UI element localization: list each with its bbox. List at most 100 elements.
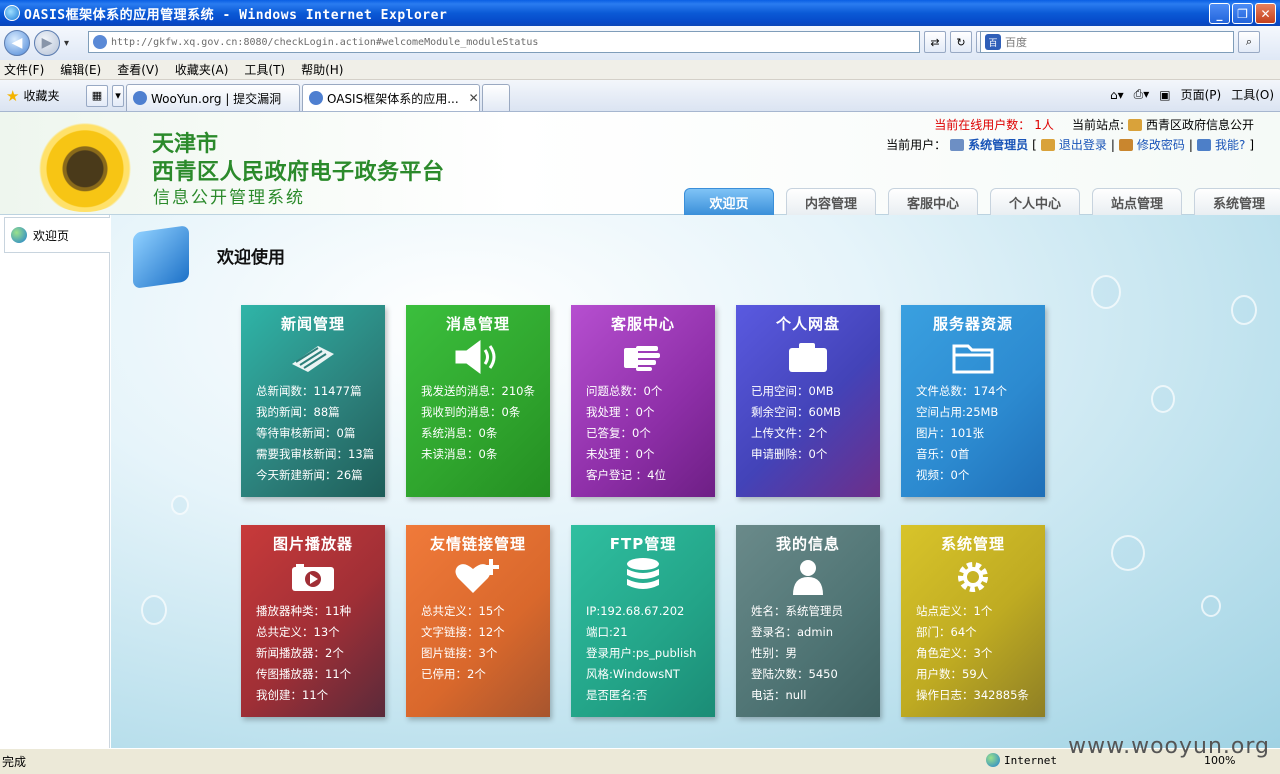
welcome-title: 欢迎使用 [217, 248, 285, 268]
camera-icon [783, 339, 833, 375]
close-tab-icon[interactable]: ✕ [469, 91, 479, 105]
menu-tools[interactable]: 工具(T) [244, 61, 285, 78]
card-news[interactable]: 新闻管理 总新闻数：11477篇 我的新闻：88篇 等待审核新闻：0篇 需要我审… [241, 305, 385, 497]
star-icon: ★ [6, 86, 20, 105]
card-system[interactable]: 系统管理 站点定义：1个 部门：64个 角色定义：3个 用户数：59人 操作日志… [901, 525, 1045, 717]
change-password-link[interactable]: 修改密码 [1137, 136, 1185, 153]
speaker-icon [453, 339, 503, 375]
nav-tab-system[interactable]: 系统管理 [1194, 188, 1280, 215]
stat-line: 性别：男 [751, 646, 797, 660]
tab-list-controls: ▦ ▾ [86, 84, 124, 107]
water-drop [141, 595, 167, 625]
favorites-button[interactable]: ★ 收藏夹 [6, 87, 82, 105]
menu-favorites[interactable]: 收藏夹(A) [175, 61, 229, 78]
stat-line: 我发送的消息：210条 [421, 384, 535, 398]
refresh-icon[interactable]: ↻ [950, 31, 972, 53]
page-menu[interactable]: 页面(P) [1181, 86, 1222, 103]
stat-line: 音乐：0首 [916, 447, 970, 461]
card-title: 我的信息 [775, 535, 840, 553]
stat-line: 已用空间：0MB [751, 384, 834, 398]
zone-label: Internet [1004, 753, 1057, 767]
stat-line: 我创建：11个 [256, 688, 329, 702]
security-zone: Internet [986, 753, 1057, 767]
logo-platform: 西青区人民政府电子政务平台 [152, 160, 445, 185]
help-link[interactable]: 我能? [1215, 136, 1245, 153]
card-server[interactable]: 服务器资源 文件总数：174个 空间占用:25MB 图片：101张 音乐：0首 … [901, 305, 1045, 497]
ftp-database-icon [618, 558, 668, 595]
compat-icon[interactable]: ⇄ [924, 31, 946, 53]
card-stats: 已用空间：0MB 剩余空间：60MB 上传文件：2个 申请删除：0个 [751, 381, 841, 465]
nav-tab-personal[interactable]: 个人中心 [990, 188, 1080, 215]
close-button[interactable]: ✕ [1255, 3, 1276, 24]
card-title: 新闻管理 [280, 315, 345, 333]
stat-line: 总共定义：15个 [421, 604, 505, 618]
card-messages[interactable]: 消息管理 我发送的消息：210条 我收到的消息：0条 系统消息：0条 未读消息：… [406, 305, 550, 497]
history-dropdown-icon[interactable]: ▾ [64, 38, 69, 49]
card-title: 个人网盘 [775, 315, 840, 333]
menu-file[interactable]: 文件(F) [4, 61, 44, 78]
stat-line: 用户数：59人 [916, 667, 989, 681]
card-netdisk[interactable]: 个人网盘 已用空间：0MB 剩余空间：60MB 上传文件：2个 申请删除：0个 [736, 305, 880, 497]
logo-system: 信息公开管理系统 [153, 188, 305, 208]
card-friend-links[interactable]: 友情链接管理 总共定义：15个 文字链接：12个 图片链接：3个 已停用：2个 [406, 525, 550, 717]
sidebar-item-welcome[interactable]: 欢迎页 [4, 217, 110, 253]
minimize-button[interactable]: _ [1209, 3, 1230, 24]
address-bar[interactable]: http://gkfw.xq.gov.cn:8080/checkLogin.ac… [88, 31, 920, 53]
card-image-player[interactable]: 图片播放器 播放器种类：11种 总共定义：13个 新闻播放器：2个 传图播放器：… [241, 525, 385, 717]
card-service[interactable]: 客服中心 问题总数：0个 我处理 ：0个 已答复：0个 未处理 ：0个 客户登记… [571, 305, 715, 497]
tab-oasis[interactable]: OASIS框架体系的应用... ✕ [302, 84, 480, 111]
sunflower-logo-icon [30, 116, 140, 212]
nav-tab-content[interactable]: 内容管理 [786, 188, 876, 215]
quick-tabs-icon[interactable]: ▦ [86, 84, 108, 107]
feeds-icon[interactable]: ▣ [1159, 88, 1170, 102]
logout-link[interactable]: 退出登录 [1059, 136, 1107, 153]
search-placeholder: 百度 [1005, 36, 1027, 49]
nav-tab-site[interactable]: 站点管理 [1092, 188, 1182, 215]
command-bar: ⌂▾ ⎙▾ ▣ 页面(P) 工具(O) [1110, 86, 1274, 103]
tools-menu[interactable]: 工具(O) [1231, 86, 1274, 103]
stat-line: 部门：64个 [916, 625, 977, 639]
menu-help[interactable]: 帮助(H) [301, 61, 343, 78]
stat-line: 是否匿名:否 [586, 688, 648, 702]
water-drop [1111, 535, 1145, 571]
menu-edit[interactable]: 编辑(E) [60, 61, 101, 78]
home-icon[interactable]: ⌂▾ [1110, 88, 1124, 102]
address-url[interactable]: http://gkfw.xq.gov.cn:8080/checkLogin.ac… [111, 37, 538, 48]
site-label: 当前站点: [1071, 118, 1124, 132]
card-my-info[interactable]: 我的信息 姓名：系统管理员 登录名：admin 性别：男 登陆次数：5450 电… [736, 525, 880, 717]
newspaper-icon [288, 339, 338, 375]
user-icon [783, 559, 833, 595]
stat-line: IP:192.68.67.202 [586, 604, 685, 618]
menu-view[interactable]: 查看(V) [117, 61, 159, 78]
stat-line: 已答复：0个 [586, 426, 651, 440]
print-icon[interactable]: ⎙▾ [1134, 87, 1150, 102]
stat-line: 已停用：2个 [421, 667, 486, 681]
card-title: 服务器资源 [932, 315, 1013, 333]
logout-icon [1040, 138, 1055, 151]
search-icon[interactable]: ⌕ [1238, 31, 1260, 53]
internet-globe-icon [986, 753, 1000, 767]
nav-tab-service[interactable]: 客服中心 [888, 188, 978, 215]
web-page: 天津市 西青区人民政府电子政务平台 信息公开管理系统 当前在线用户数： 1人 当… [0, 112, 1280, 748]
stat-line: 新闻播放器：2个 [256, 646, 344, 660]
nav-tab-welcome[interactable]: 欢迎页 [684, 188, 774, 215]
back-button[interactable]: ◀ [4, 30, 30, 56]
card-ftp[interactable]: FTP管理 IP:192.68.67.202 端口:21 登录用户:ps_pub… [571, 525, 715, 717]
stat-line: 角色定义：3个 [916, 646, 993, 660]
site-name: 西青区政府信息公开 [1145, 118, 1254, 132]
house-icon [1127, 118, 1142, 131]
window-title-bar: OASIS框架体系的应用管理系统 - Windows Internet Expl… [0, 0, 1280, 26]
stat-line: 视频：0个 [916, 468, 970, 482]
search-input[interactable]: 百 百度 [980, 31, 1234, 53]
stat-line: 总新闻数：11477篇 [256, 384, 362, 398]
new-tab-button[interactable] [482, 84, 510, 111]
stat-line: 申请删除：0个 [751, 447, 828, 461]
water-drop [1091, 275, 1121, 309]
card-stats: 总共定义：15个 文字链接：12个 图片链接：3个 已停用：2个 [421, 601, 505, 685]
restore-button[interactable]: ❐ [1232, 3, 1253, 24]
tab-wooyun[interactable]: WooYun.org | 提交漏洞 [126, 84, 300, 111]
forward-button[interactable]: ▶ [34, 30, 60, 56]
tab-list-dropdown-icon[interactable]: ▾ [112, 84, 124, 107]
tab-page-icon [309, 91, 323, 105]
stat-line: 问题总数：0个 [586, 384, 663, 398]
